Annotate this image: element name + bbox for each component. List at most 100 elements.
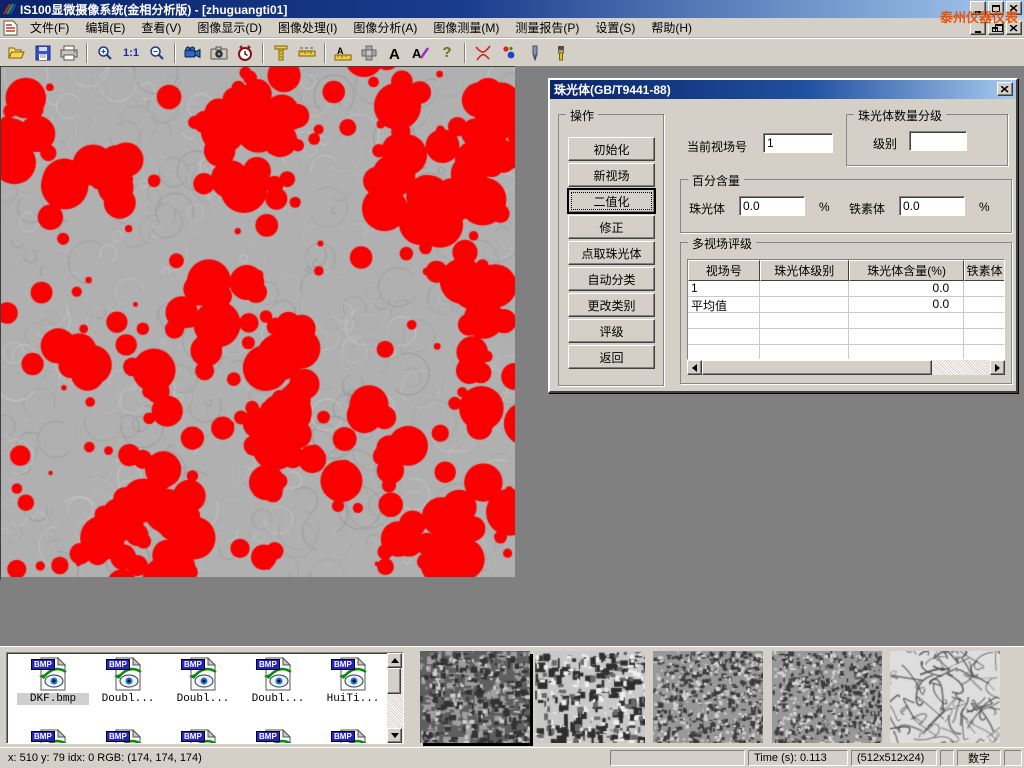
- menu-edit[interactable]: 编辑(E): [77, 17, 133, 38]
- file-item[interactable]: BMP: [317, 729, 389, 744]
- menu-settings[interactable]: 设置(S): [587, 17, 643, 38]
- file-name[interactable]: Doubl...: [92, 693, 164, 705]
- pearlite-percent-input[interactable]: [739, 196, 805, 216]
- col-field-no[interactable]: 视场号: [688, 260, 760, 281]
- scroll-down-button[interactable]: [387, 728, 402, 743]
- col-pearlite-grade[interactable]: 珠光体级别: [760, 260, 849, 281]
- bmp-badge: BMP: [256, 659, 280, 670]
- print-button[interactable]: [56, 41, 82, 65]
- scrollbar-thumb[interactable]: [387, 668, 401, 694]
- zoom-out-button[interactable]: [144, 41, 170, 65]
- thumbnail-5[interactable]: [890, 651, 1000, 743]
- file-item[interactable]: BMP: [242, 729, 314, 744]
- ferrite-label: 铁素体: [849, 200, 885, 217]
- help-button[interactable]: ?: [434, 41, 460, 65]
- correct-button[interactable]: 修正: [568, 215, 655, 239]
- menu-image-display[interactable]: 图像显示(D): [189, 17, 270, 38]
- brush-tool-button[interactable]: [548, 41, 574, 65]
- pearlite-label: 珠光体: [689, 200, 725, 217]
- file-item[interactable]: BMP HuiTi...: [317, 657, 389, 705]
- change-class-button[interactable]: 更改类别: [568, 293, 655, 317]
- toolbar-separator: [174, 43, 176, 63]
- particles-button[interactable]: [496, 41, 522, 65]
- binarize-button[interactable]: 二值化: [568, 189, 655, 213]
- scroll-up-button[interactable]: [387, 653, 402, 668]
- clock-button[interactable]: [232, 41, 258, 65]
- return-button[interactable]: 返回: [568, 345, 655, 369]
- scrollbar-track[interactable]: [932, 360, 990, 375]
- file-item[interactable]: BMP Doubl...: [92, 657, 164, 705]
- help-icon: ?: [442, 44, 451, 61]
- thumbnail-3[interactable]: [653, 651, 763, 743]
- menu-file[interactable]: 文件(F): [22, 17, 77, 38]
- ferrite-percent-input[interactable]: [899, 196, 965, 216]
- menu-measure-report[interactable]: 测量报告(P): [507, 17, 587, 38]
- table-header-row: 视场号 珠光体级别 珠光体含量(%) 铁素体: [688, 260, 1004, 281]
- current-field-input[interactable]: [763, 133, 833, 153]
- scroll-right-button[interactable]: [990, 360, 1005, 375]
- table-row[interactable]: 平均值 0.0: [688, 297, 1004, 313]
- level-input[interactable]: [909, 131, 967, 151]
- cell-content: 0.0: [849, 281, 964, 297]
- dialog-close-button[interactable]: [997, 82, 1013, 96]
- grade-button[interactable]: 评级: [568, 319, 655, 343]
- new-field-button[interactable]: 新视场: [568, 163, 655, 187]
- video-camera-button[interactable]: [180, 41, 206, 65]
- child-close-button[interactable]: [1006, 21, 1022, 35]
- file-item[interactable]: BMP DKF.bmp: [17, 657, 89, 705]
- grid-button[interactable]: [356, 41, 382, 65]
- file-item[interactable]: BMP Doubl...: [167, 657, 239, 705]
- file-item[interactable]: BMP: [17, 729, 89, 744]
- close-button[interactable]: [1006, 1, 1022, 15]
- measure-text-button[interactable]: A: [330, 41, 356, 65]
- caliper-button[interactable]: [268, 41, 294, 65]
- pen-tool-button[interactable]: [522, 41, 548, 65]
- file-item[interactable]: BMP Doubl...: [242, 657, 314, 705]
- text-button[interactable]: A: [382, 41, 408, 65]
- dialog-title-bar[interactable]: 珠光体(GB/T9441-88): [550, 80, 1016, 99]
- col-ferrite[interactable]: 铁素体: [964, 260, 1004, 281]
- scrollbar-thumb[interactable]: [702, 360, 932, 375]
- file-item[interactable]: BMP: [92, 729, 164, 744]
- menu-help[interactable]: 帮助(H): [643, 17, 700, 38]
- child-restore-button[interactable]: [988, 21, 1004, 35]
- menu-image-analysis[interactable]: 图像分析(A): [345, 17, 425, 38]
- metallograph-image[interactable]: [1, 67, 515, 577]
- thumbnail-1[interactable]: [420, 651, 530, 743]
- file-name[interactable]: DKF.bmp: [17, 693, 89, 705]
- grading-group-label: 珠光体数量分级: [854, 107, 946, 124]
- save-button[interactable]: [30, 41, 56, 65]
- actual-size-button[interactable]: 1:1: [118, 41, 144, 65]
- file-list-scrollbar: [387, 653, 403, 743]
- child-minimize-button[interactable]: [970, 21, 986, 35]
- auto-classify-button[interactable]: 自动分类: [568, 267, 655, 291]
- annotate-button[interactable]: A: [408, 41, 434, 65]
- open-button[interactable]: [4, 41, 30, 65]
- table-row[interactable]: 1 0.0: [688, 281, 1004, 297]
- minimize-button[interactable]: [970, 1, 986, 15]
- file-name[interactable]: Doubl...: [242, 693, 314, 705]
- menu-view[interactable]: 查看(V): [133, 17, 189, 38]
- ruler-button[interactable]: [294, 41, 320, 65]
- file-item[interactable]: BMP: [167, 729, 239, 744]
- menu-image-measure[interactable]: 图像测量(M): [425, 17, 507, 38]
- thumbnail-4[interactable]: [772, 651, 882, 743]
- thumbnail-2[interactable]: [535, 651, 645, 743]
- scroll-left-button[interactable]: [687, 360, 702, 375]
- bmp-badge: BMP: [331, 659, 355, 670]
- table-row-empty: [688, 329, 1004, 345]
- file-name[interactable]: Doubl...: [167, 693, 239, 705]
- scrollbar-track[interactable]: [387, 694, 403, 728]
- pick-pearlite-button[interactable]: 点取珠光体: [568, 241, 655, 265]
- toolbar-separator: [464, 43, 466, 63]
- file-name[interactable]: HuiTi...: [317, 693, 389, 705]
- menu-image-processing[interactable]: 图像处理(I): [270, 17, 345, 38]
- toolbar-separator: [262, 43, 264, 63]
- maximize-button[interactable]: [988, 1, 1004, 15]
- camera-button[interactable]: [206, 41, 232, 65]
- curve-tool-button[interactable]: [470, 41, 496, 65]
- ruler-icon: [298, 47, 316, 59]
- col-pearlite-content[interactable]: 珠光体含量(%): [849, 260, 964, 281]
- zoom-in-button[interactable]: [92, 41, 118, 65]
- initialize-button[interactable]: 初始化: [568, 137, 655, 161]
